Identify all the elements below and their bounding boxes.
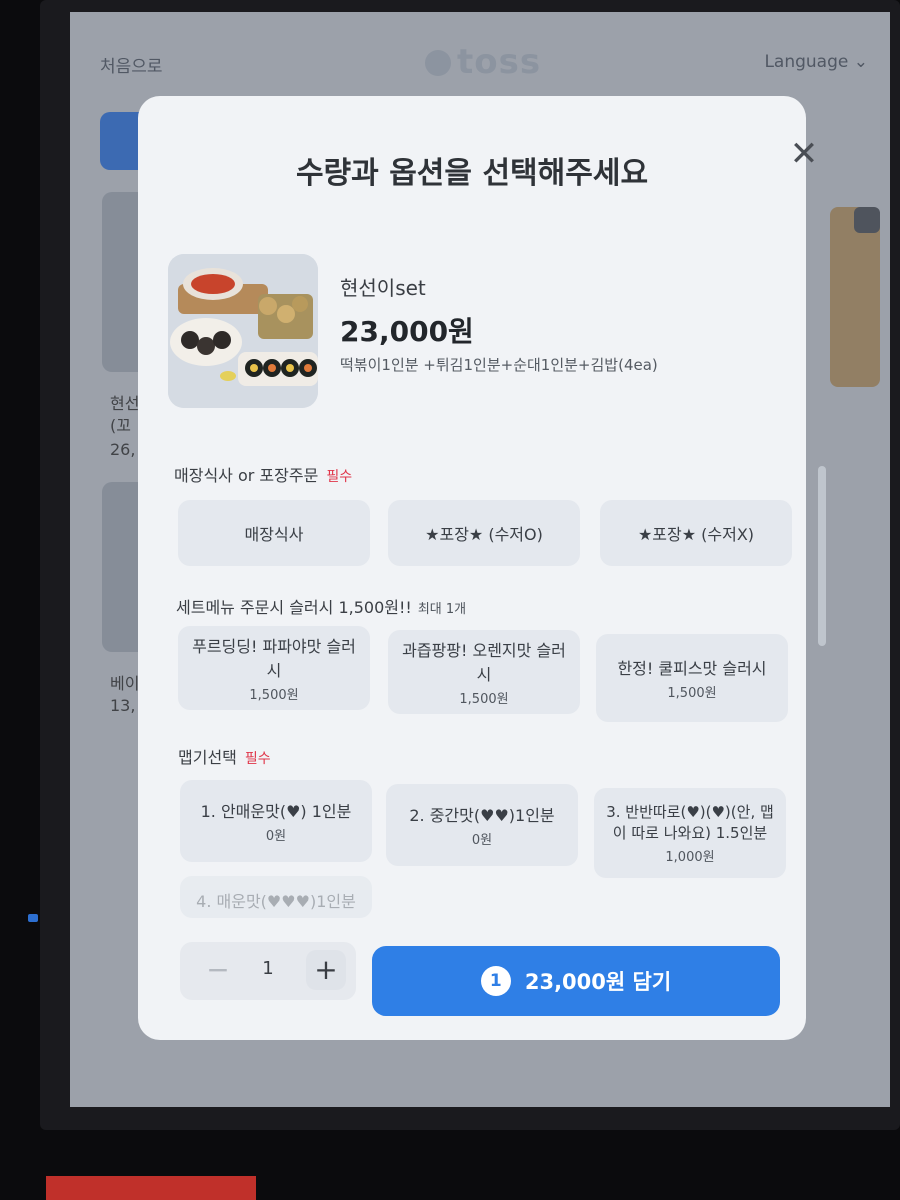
option-label: 한정! 쿨피스맛 슬러시 bbox=[617, 659, 767, 678]
modal-title: 수량과 옵션을 선택해주세요 bbox=[295, 156, 649, 191]
kiosk-bottom-strip bbox=[46, 1176, 256, 1200]
max-count-badge: 최대 1개 bbox=[417, 602, 467, 617]
option-label: 1. 안매운맛(♥) 1인분 bbox=[200, 802, 352, 821]
product-price: 23,000원 bbox=[340, 315, 474, 348]
section-title-dine-option: 매장식사 or 포장주문 필수 bbox=[174, 462, 352, 486]
option-price: 1,500원 bbox=[667, 686, 717, 701]
decrease-quantity-button[interactable]: − bbox=[198, 950, 238, 990]
option-label: ★포장★ (수저X) bbox=[637, 525, 755, 544]
section-title-text: 매장식사 or 포장주문 bbox=[174, 466, 319, 485]
option-hot[interactable]: 4. 매운맛(♥♥♥)1인분 bbox=[180, 876, 372, 918]
option-label: 2. 중간맛(♥♥)1인분 bbox=[409, 806, 555, 825]
option-label: 매장식사 bbox=[244, 525, 304, 544]
option-mild[interactable]: 1. 안매운맛(♥) 1인분 0원 bbox=[180, 780, 372, 862]
option-orange-slush[interactable]: 과즙팡팡! 오렌지맛 슬러시 1,500원 bbox=[388, 630, 580, 714]
option-half-half[interactable]: 3. 반반따로(♥)(♥)(안, 맵이 따로 나와요) 1.5인분 1,000원 bbox=[594, 788, 786, 878]
option-label: 과즙팡팡! 오렌지맛 슬러시 bbox=[402, 641, 566, 684]
section-title-text: 세트메뉴 주문시 슬러시 1,500원!! bbox=[176, 598, 412, 617]
required-badge: 필수 bbox=[244, 751, 271, 767]
cart-count-badge: 1 bbox=[480, 966, 511, 996]
increase-quantity-button[interactable]: + bbox=[306, 950, 346, 990]
option-dine-in[interactable]: 매장식사 bbox=[178, 500, 370, 566]
quantity-value: 1 bbox=[262, 958, 274, 979]
option-label: 4. 매운맛(♥♥♥)1인분 bbox=[196, 892, 356, 911]
quantity-stepper: − 1 + bbox=[180, 942, 356, 1000]
modal-scrollbar[interactable] bbox=[818, 466, 826, 646]
section-title-spiciness: 맵기선택 필수 bbox=[178, 744, 271, 768]
section-title-slush: 세트메뉴 주문시 슬러시 1,500원!! 최대 1개 bbox=[176, 594, 466, 618]
add-to-cart-label: 23,000원 담기 bbox=[524, 970, 672, 994]
option-papaya-slush[interactable]: 푸르딩딩! 파파야맛 슬러시 1,500원 bbox=[178, 626, 370, 710]
option-coolpis-slush[interactable]: 한정! 쿨피스맛 슬러시 1,500원 bbox=[596, 634, 788, 722]
add-to-cart-button[interactable]: 1 23,000원 담기 bbox=[372, 946, 780, 1016]
option-label: 3. 반반따로(♥)(♥)(안, 맵이 따로 나와요) 1.5인분 bbox=[606, 803, 774, 842]
option-price: 1,000원 bbox=[665, 850, 715, 865]
option-label: 푸르딩딩! 파파야맛 슬러시 bbox=[192, 637, 356, 680]
option-takeout-no-utensils[interactable]: ★포장★ (수저X) bbox=[600, 500, 792, 566]
option-takeout-with-utensils[interactable]: ★포장★ (수저O) bbox=[388, 500, 580, 566]
option-price: 1,500원 bbox=[249, 688, 299, 703]
product-name: 현선이set bbox=[340, 276, 426, 300]
option-price: 1,500원 bbox=[459, 692, 509, 707]
option-price: 0원 bbox=[265, 829, 287, 844]
required-badge: 필수 bbox=[326, 469, 353, 485]
option-label: ★포장★ (수저O) bbox=[425, 525, 543, 544]
close-icon[interactable]: ✕ bbox=[786, 136, 822, 172]
option-medium[interactable]: 2. 중간맛(♥♥)1인분 0원 bbox=[386, 784, 578, 866]
indicator-light bbox=[28, 914, 38, 922]
food-platter-illustration bbox=[168, 254, 318, 408]
product-image bbox=[168, 254, 318, 408]
option-price: 0원 bbox=[471, 833, 493, 848]
section-title-text: 맵기선택 bbox=[178, 748, 237, 767]
product-description: 떡볶이1인분 +튀김1인분+순대1인분+김밥(4ea) bbox=[340, 356, 658, 374]
